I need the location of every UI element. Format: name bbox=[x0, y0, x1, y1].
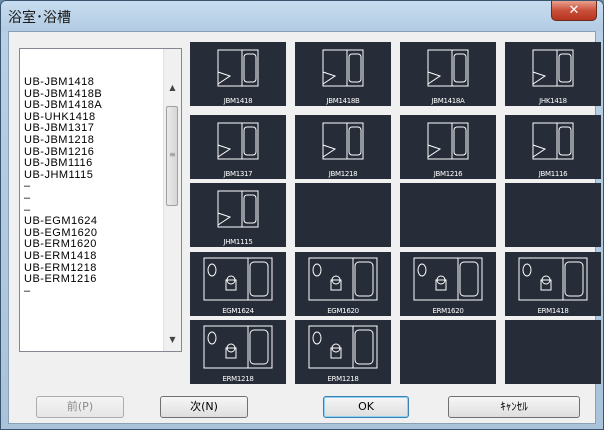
scroll-thumb[interactable]: ≡ bbox=[166, 106, 178, 206]
tile-label: JBM1418 bbox=[223, 97, 253, 105]
plan-tile[interactable]: JHM1115 bbox=[190, 183, 286, 247]
list-item[interactable]: – bbox=[20, 192, 163, 205]
model-list: UB-JBM1418 UB-JBM1418B UB-JBM1418A UB-UHK14… bbox=[20, 76, 163, 298]
close-icon: ✕ bbox=[568, 3, 580, 18]
ok-button[interactable]: OK bbox=[323, 396, 409, 418]
tile-label: JHM1115 bbox=[223, 238, 253, 246]
tile-label: EGM1624 bbox=[222, 307, 254, 315]
list-item[interactable]: UB-JBM1218 bbox=[20, 134, 163, 147]
tile-label: EGM1620 bbox=[327, 307, 359, 315]
tile-label: ERM1218 bbox=[327, 375, 359, 383]
tile-label: JBM1218 bbox=[328, 170, 358, 178]
list-item[interactable]: UB-ERM1418 bbox=[20, 250, 163, 263]
plan-tile[interactable]: ERM1418 bbox=[505, 252, 601, 316]
tile-label: ERM1620 bbox=[432, 307, 464, 315]
plan-tile[interactable]: JBM1418B bbox=[295, 42, 391, 106]
tile-label: JBM1418B bbox=[326, 97, 360, 105]
window-title: 浴室･浴槽 bbox=[8, 10, 71, 26]
plan-tile[interactable]: JBM1418 bbox=[190, 42, 286, 106]
scroll-down-icon[interactable]: ▼ bbox=[164, 331, 181, 348]
tile-label: JBM1216 bbox=[433, 170, 463, 178]
model-listbox[interactable]: UB-JBM1418 UB-JBM1418B UB-JBM1418A UB-UHK14… bbox=[19, 48, 182, 352]
plan-tile[interactable]: JBM1418A bbox=[400, 42, 496, 106]
plan-tile[interactable]: JBM1116 bbox=[505, 115, 601, 179]
cancel-button[interactable]: ｷｬﾝｾﾙ bbox=[448, 396, 580, 418]
plan-tile[interactable]: EGM1620 bbox=[295, 252, 391, 316]
tile-label: ERM1218 bbox=[222, 375, 254, 383]
empty-tile bbox=[505, 183, 601, 247]
plan-tile[interactable]: EGM1624 bbox=[190, 252, 286, 316]
list-item[interactable]: – bbox=[20, 181, 163, 193]
tile-label: JBM1116 bbox=[538, 170, 568, 178]
empty-tile bbox=[400, 183, 496, 247]
plan-tile[interactable]: JBM1218 bbox=[295, 115, 391, 179]
tile-label: JHK1418 bbox=[539, 97, 567, 105]
tile-label: JBM1317 bbox=[223, 170, 253, 178]
empty-tile bbox=[295, 183, 391, 247]
empty-tile bbox=[505, 320, 601, 384]
list-item[interactable]: UB-JBM1418 bbox=[20, 76, 163, 89]
tile-label: ERM1418 bbox=[537, 307, 569, 315]
close-button[interactable]: ✕ bbox=[551, 1, 597, 21]
list-item[interactable]: UB-JHM1115 bbox=[20, 169, 163, 182]
list-item[interactable]: UB-EGM1624 bbox=[20, 216, 163, 228]
list-scrollbar[interactable]: ▲ ≡ ▼ bbox=[163, 49, 181, 351]
list-item[interactable]: UB-JBM1116 bbox=[20, 158, 163, 170]
plan-tile[interactable]: ERM1620 bbox=[400, 252, 496, 316]
plan-tile[interactable]: JHK1418 bbox=[505, 42, 601, 106]
plan-tile[interactable]: JBM1317 bbox=[190, 115, 286, 179]
grip-icon: ≡ bbox=[169, 150, 176, 159]
preview-grid: JBM1418 JBM1418B JBM1418A JHK1418 JBM1317 JBM… bbox=[190, 42, 601, 387]
plan-tile[interactable]: ERM1218 bbox=[295, 320, 391, 384]
empty-tile bbox=[400, 320, 496, 384]
list-item[interactable]: UB-ERM1216 bbox=[20, 273, 163, 286]
scroll-up-icon[interactable]: ▲ bbox=[164, 79, 181, 96]
plan-tile[interactable]: ERM1218 bbox=[190, 320, 286, 384]
list-item[interactable]: – bbox=[20, 285, 163, 298]
plan-tile[interactable]: JBM1216 bbox=[400, 115, 496, 179]
tile-label: JBM1418A bbox=[431, 97, 465, 105]
next-button[interactable]: 次(N) bbox=[160, 396, 248, 418]
title-bar[interactable]: 浴室･浴槽 ✕ bbox=[1, 1, 603, 31]
prev-button[interactable]: 前(P) bbox=[36, 396, 124, 418]
